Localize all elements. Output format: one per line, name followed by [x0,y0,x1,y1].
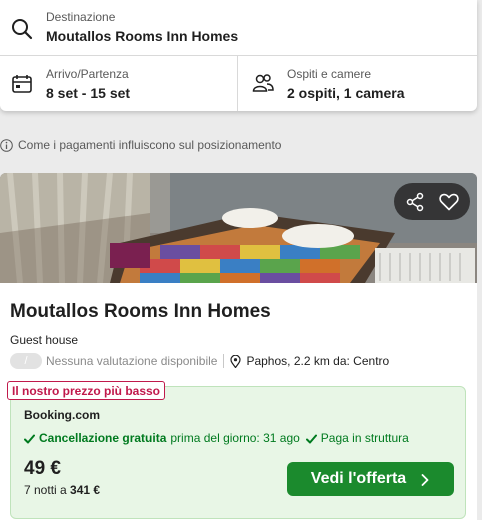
rating-badge: / [10,353,42,369]
dates-label: Arrivo/Partenza [46,67,129,81]
search-icon [10,17,34,41]
ranking-info-link[interactable]: Come i pagamenti influiscono sul posizio… [0,137,281,153]
cancellation-deadline: prima del giorno: 31 ago [170,431,300,445]
lowest-price-badge: Il nostro prezzo più basso [7,381,166,400]
photo-actions [394,183,470,220]
view-deal-label: Vedi l'offerta [310,470,407,487]
total-price: 341 € [70,483,101,497]
guests-label: Ospiti e camere [287,67,372,81]
check-icon [305,433,317,444]
destination-value: Moutallos Rooms Inn Homes [46,28,239,44]
nights-prefix: 7 notti a [24,483,67,497]
guests-icon [252,73,274,93]
calendar-icon [11,74,33,94]
nightly-price: 49 € [24,458,61,479]
pay-at-property: Paga in struttura [320,431,409,445]
destination-field[interactable]: Destinazione Moutallos Rooms Inn Homes [0,0,477,56]
hotel-card[interactable]: Moutallos Rooms Inn Homes Guest house / … [0,173,477,520]
dates-field[interactable]: Arrivo/Partenza 8 set - 15 set [0,56,238,111]
dates-value: 8 set - 15 set [46,85,131,101]
chevron-right-icon [420,473,430,486]
check-icon [24,433,35,444]
free-cancellation: Cancellazione gratuita [39,431,167,445]
ranking-info-text: Come i pagamenti influiscono sul posizio… [18,138,282,152]
map-pin-icon [230,354,242,368]
view-deal-button[interactable]: Vedi l'offerta [287,462,454,496]
info-icon [0,138,13,152]
search-panel: Destinazione Moutallos Rooms Inn Homes A… [0,0,477,111]
total-price-line: 7 notti a 341 € [24,483,100,497]
divider [223,354,225,368]
heart-icon [439,193,459,210]
share-icon [406,192,424,211]
hotel-name[interactable]: Moutallos Rooms Inn Homes [10,301,271,323]
destination-label: Destinazione [46,10,116,24]
location-text[interactable]: Paphos, 2.2 km da: Centro [246,354,389,368]
share-button[interactable] [400,187,430,217]
hotel-photo[interactable] [0,173,477,283]
rating-text: Nessuna valutazione disponibile [46,354,218,368]
best-offer-panel[interactable]: Booking.com Cancellazione gratuita prima… [10,386,466,519]
provider-name: Booking.com [24,408,101,422]
offer-features: Cancellazione gratuita prima del giorno:… [24,431,409,445]
accommodation-type: Guest house [10,333,79,347]
guests-field[interactable]: Ospiti e camere 2 ospiti, 1 camera [239,56,477,111]
favorite-button[interactable] [434,187,464,217]
guests-value: 2 ospiti, 1 camera [287,85,405,101]
rating-location-row: / Nessuna valutazione disponibile Paphos… [10,352,389,370]
